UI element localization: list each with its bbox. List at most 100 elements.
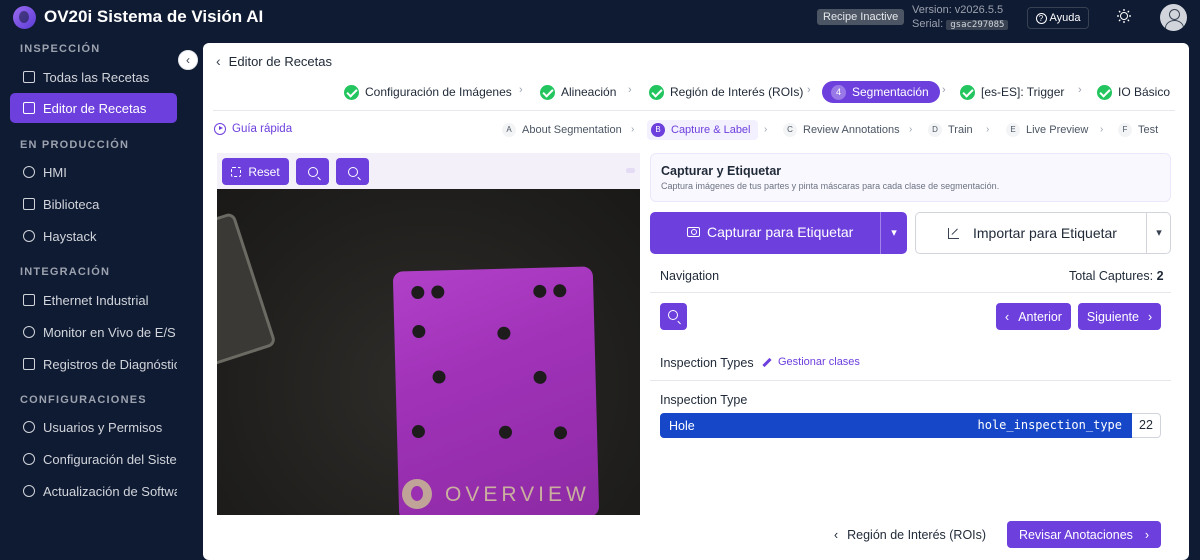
camera-image[interactable]: OVERVIEW [217, 189, 640, 515]
inspection-type-row[interactable]: Hole hole_inspection_type [660, 413, 1132, 438]
sidebar-item-todas-las-recetas[interactable]: Todas las Recetas [10, 62, 177, 92]
chevron-left-icon[interactable]: ‹ [178, 50, 198, 70]
type-count: 22 [1132, 413, 1161, 438]
camera-icon [687, 227, 700, 237]
sidebar-item-registros-diagnostico[interactable]: Registros de Diagnóstico [10, 349, 177, 379]
chevron-right-icon: › [909, 124, 913, 135]
chevron-right-icon: › [1147, 309, 1153, 324]
substep-label: Train [948, 124, 973, 136]
sidebar-item-usuarios-permisos[interactable]: Usuarios y Permisos [10, 412, 177, 442]
step-io-basico[interactable]: IO Básico [1097, 81, 1170, 103]
import-icon [948, 227, 959, 239]
monitor-icon [23, 326, 35, 338]
search-icon [668, 310, 678, 320]
previous-label: Anterior [1018, 309, 1062, 324]
quick-guide-link[interactable]: Guía rápida [214, 123, 292, 135]
hole [411, 424, 426, 439]
capture-description: Captura imágenes de tus partes y pinta m… [661, 181, 1000, 191]
footer-previous-label: Región de Interés (ROIs) [847, 527, 987, 542]
search-button[interactable] [660, 303, 687, 330]
user-avatar-icon[interactable] [1160, 4, 1187, 31]
next-button[interactable]: Siguiente › [1078, 303, 1161, 330]
sidebar-section-title: EN PRODUCCIÓN [20, 139, 130, 151]
previous-button[interactable]: ‹ Anterior [996, 303, 1071, 330]
refresh-icon [23, 485, 35, 497]
hole [553, 426, 568, 440]
chevron-down-icon[interactable]: ▾ [1146, 213, 1171, 253]
substep-review-annotations[interactable]: C Review Annotations [783, 120, 900, 140]
gear-icon [23, 453, 35, 465]
edit-icon [23, 102, 35, 114]
substep-label: Capture & Label [671, 124, 751, 136]
capture-button[interactable]: Capturar para Etiquetar ▾ [650, 212, 907, 254]
substep-capture-label[interactable]: B Capture & Label [647, 120, 758, 140]
zoom-in-button[interactable] [336, 158, 369, 185]
total-captures: Total Captures: 2 [1069, 269, 1164, 283]
panel-handle[interactable] [626, 168, 635, 173]
step-alineacion[interactable]: Alineación [540, 81, 616, 103]
sidebar-item-biblioteca[interactable]: Biblioteca [10, 189, 177, 219]
sidebar-item-label: Ethernet Industrial [43, 292, 149, 308]
substep-train[interactable]: D Train [928, 120, 973, 140]
sun-icon[interactable] [1117, 9, 1131, 23]
inspected-part [392, 266, 600, 515]
sidebar-item-hmi[interactable]: HMI [10, 157, 177, 187]
hole [432, 370, 446, 384]
fixture [217, 211, 277, 367]
back-link[interactable]: ‹ Editor de Recetas [216, 53, 332, 69]
sidebar-item-ethernet-industrial[interactable]: Ethernet Industrial [10, 285, 177, 315]
substep-letter: A [502, 123, 516, 137]
footer-previous-button[interactable]: ‹ Región de Interés (ROIs) [822, 521, 998, 548]
substep-live-preview[interactable]: E Live Preview [1006, 120, 1088, 140]
step-region-interes[interactable]: Región de Interés (ROIs) [649, 81, 803, 103]
reset-button[interactable]: Reset [222, 158, 289, 185]
help-button[interactable]: ? Ayuda [1027, 7, 1089, 29]
hole [431, 285, 445, 299]
substep-letter: F [1118, 123, 1132, 137]
step-trigger[interactable]: [es-ES]: Trigger [960, 81, 1064, 103]
sidebar-item-configuracion-sistema[interactable]: Configuración del Sistema [10, 444, 177, 474]
log-icon [23, 358, 35, 370]
logo-icon [13, 6, 36, 29]
chevron-down-icon[interactable]: ▾ [880, 212, 907, 254]
chevron-right-icon: › [1100, 124, 1104, 135]
eye-icon [23, 166, 35, 178]
check-icon [540, 84, 555, 100]
chevron-right-icon: › [628, 84, 632, 96]
hole [498, 425, 513, 439]
reset-icon [231, 166, 242, 177]
substep-about-segmentation[interactable]: A About Segmentation [502, 120, 622, 140]
step-configuracion-imagenes[interactable]: Configuración de Imágenes [344, 81, 512, 103]
sidebar-section-title: INTEGRACIÓN [20, 266, 111, 278]
zoom-out-button[interactable] [296, 158, 329, 185]
chevron-left-icon: ‹ [216, 53, 221, 69]
help-label: Ayuda [1049, 12, 1081, 24]
zoom-out-icon [307, 166, 318, 177]
step-segmentacion[interactable]: 4 Segmentación [822, 81, 940, 103]
step-label: [es-ES]: Trigger [981, 85, 1065, 99]
divider [650, 292, 1171, 293]
sidebar-item-editor-de-recetas[interactable]: Editor de Recetas [10, 93, 177, 123]
sidebar-item-monitor-io[interactable]: Monitor en Vivo de E/S [10, 317, 177, 347]
manage-classes-link[interactable]: Gestionar clases [762, 356, 860, 368]
substep-letter: C [783, 123, 797, 137]
substep-test[interactable]: F Test [1118, 120, 1158, 140]
serial-label: Serial: [912, 18, 944, 30]
substep-label: Test [1138, 124, 1159, 136]
overview-logo-icon [402, 479, 432, 509]
inspection-type-label: Inspection Type [660, 393, 748, 407]
import-button[interactable]: Importar para Etiquetar ▾ [915, 212, 1171, 254]
play-icon [214, 123, 226, 135]
sidebar-item-haystack[interactable]: Haystack [10, 221, 177, 251]
grid-icon [23, 198, 35, 210]
capture-label: Capturar para Etiquetar [707, 224, 854, 240]
sidebar-item-actualizacion-software[interactable]: Actualización de Software [10, 476, 177, 506]
substep-letter: D [928, 123, 942, 137]
chevron-right-icon: › [807, 84, 811, 96]
import-label: Importar para Etiquetar [973, 225, 1117, 241]
substep-letter: B [651, 123, 665, 137]
step-label: IO Básico [1118, 85, 1171, 99]
hole [533, 284, 547, 298]
substep-label: About Segmentation [522, 124, 622, 136]
footer-next-button[interactable]: Revisar Anotaciones › [1007, 521, 1161, 548]
